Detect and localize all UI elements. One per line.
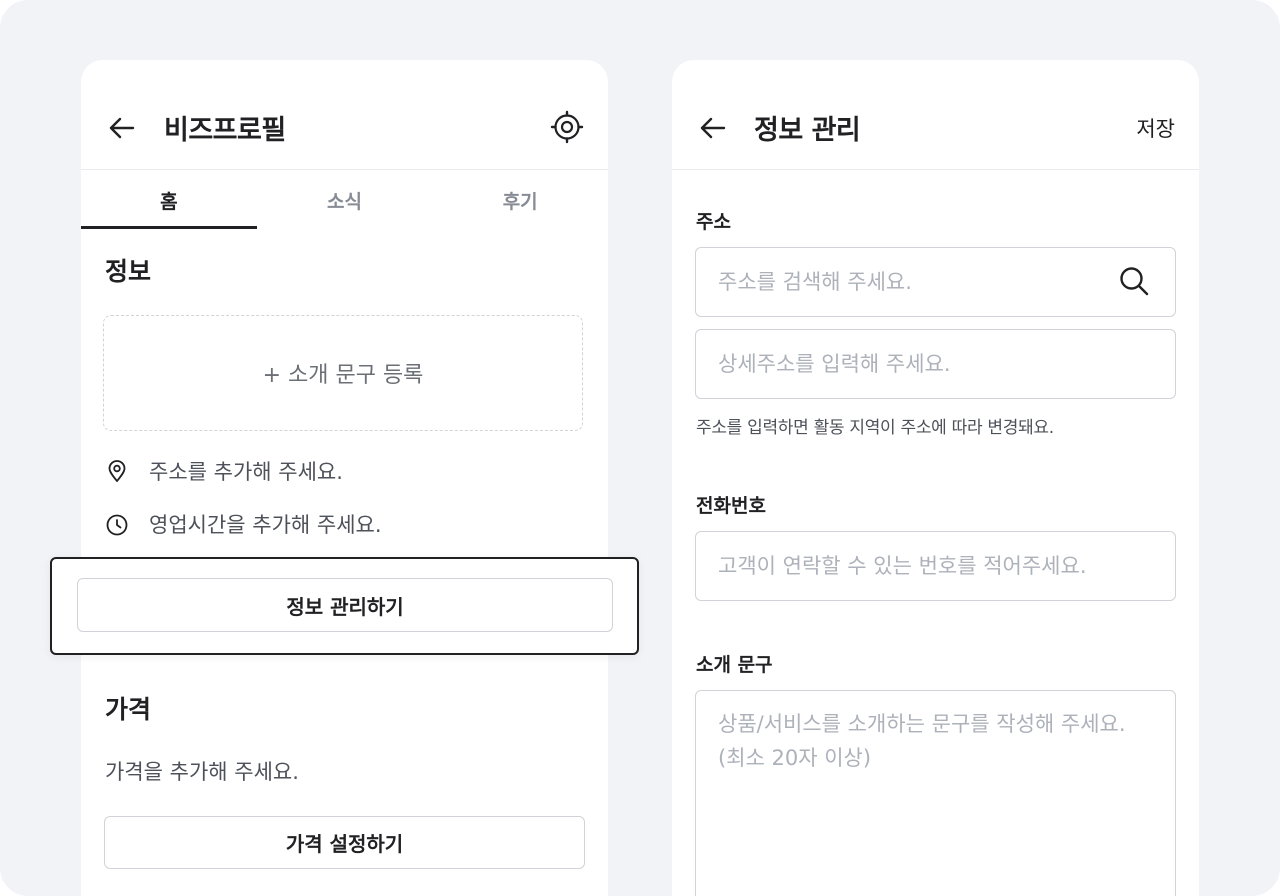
address-helper-text: 주소를 입력하면 활동 지역이 주소에 따라 변경돼요. [696, 418, 1054, 438]
phone-label: 전화번호 [696, 495, 766, 517]
add-intro-button[interactable]: + 소개 문구 등록 [103, 315, 583, 431]
tab-reviews[interactable]: 후기 [432, 171, 608, 229]
biz-profile-screen: 비즈프로필 홈 소식 후기 정보 + 소개 문구 등록 주소를 추가해 주세요. [81, 60, 608, 896]
manage-info-button[interactable]: 정보 관리하기 [77, 578, 613, 632]
address-row[interactable]: 주소를 추가해 주세요. [105, 456, 343, 486]
back-arrow-icon[interactable] [107, 113, 137, 143]
tab-home[interactable]: 홈 [81, 171, 257, 229]
price-section-title: 가격 [105, 695, 152, 724]
detail-address-input[interactable] [695, 329, 1176, 399]
price-setting-button[interactable]: 가격 설정하기 [104, 816, 585, 869]
address-search-input[interactable] [695, 247, 1176, 317]
clock-icon [106, 514, 128, 536]
info-section-title: 정보 [105, 257, 152, 286]
hours-hint: 영업시간을 추가해 주세요. [149, 513, 382, 537]
hours-row[interactable]: 영업시간을 추가해 주세요. [105, 509, 382, 539]
manage-info-highlight: 정보 관리하기 [50, 557, 639, 655]
top-app-bar: 정보 관리 저장 [672, 60, 1199, 170]
top-app-bar: 비즈프로필 [81, 60, 608, 170]
address-label: 주소 [696, 211, 731, 233]
intro-textarea[interactable] [695, 690, 1176, 896]
search-icon[interactable] [1118, 265, 1150, 297]
canvas: 비즈프로필 홈 소식 후기 정보 + 소개 문구 등록 주소를 추가해 주세요. [0, 0, 1280, 896]
phone-input[interactable] [695, 531, 1176, 601]
save-button[interactable]: 저장 [1136, 113, 1175, 143]
tab-news[interactable]: 소식 [257, 171, 433, 229]
tab-bar: 홈 소식 후기 [81, 171, 608, 229]
address-hint: 주소를 추가해 주세요. [149, 460, 343, 484]
price-hint: 가격을 추가해 주세요. [105, 760, 299, 784]
info-manage-screen: 정보 관리 저장 주소 주소를 입력하면 활동 지역이 주소에 따라 변경돼요.… [672, 60, 1199, 896]
gear-icon[interactable] [550, 110, 584, 144]
intro-label: 소개 문구 [696, 654, 773, 676]
page-title: 비즈프로필 [164, 115, 286, 146]
location-pin-icon [108, 460, 126, 482]
back-arrow-icon[interactable] [698, 113, 728, 143]
page-title: 정보 관리 [754, 115, 861, 146]
